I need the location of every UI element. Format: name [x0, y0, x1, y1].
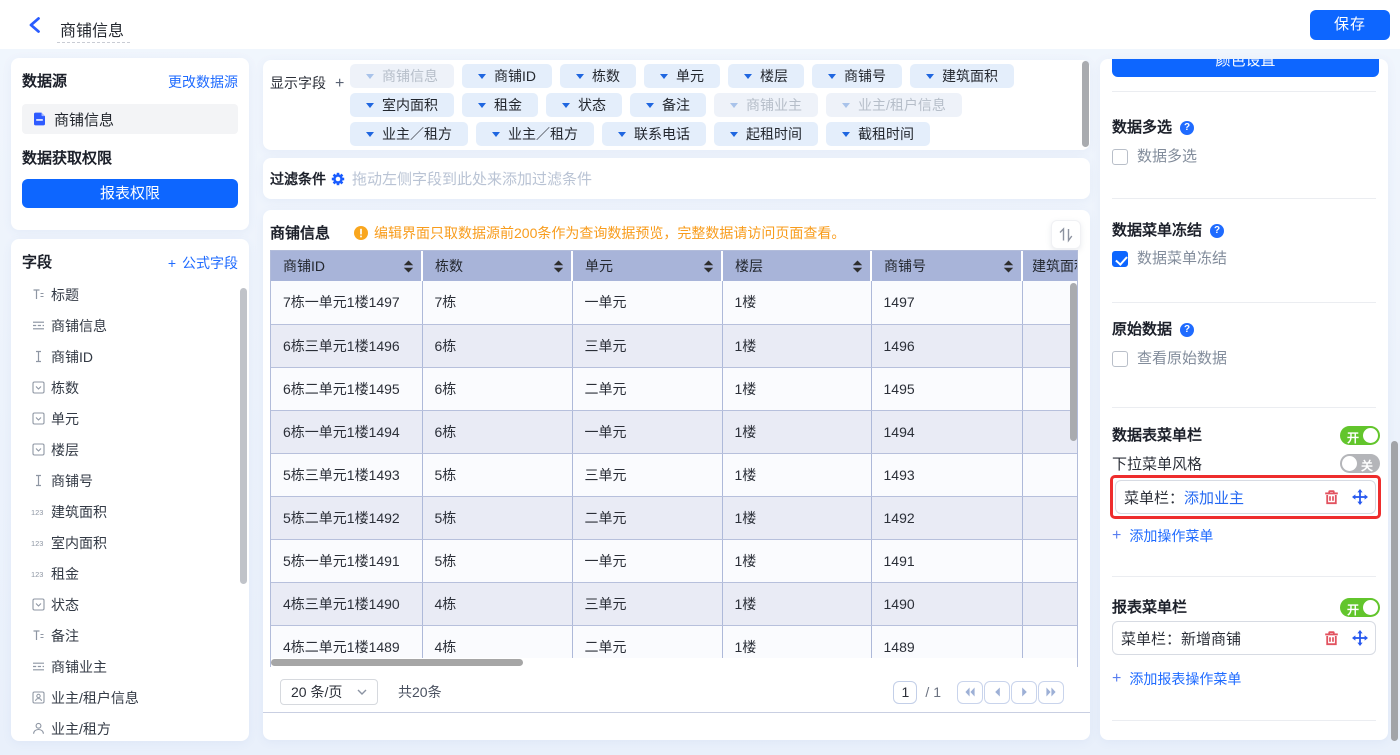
svg-text:123: 123 [31, 539, 43, 548]
svg-text:123: 123 [31, 508, 43, 517]
svg-text:123: 123 [31, 570, 43, 579]
